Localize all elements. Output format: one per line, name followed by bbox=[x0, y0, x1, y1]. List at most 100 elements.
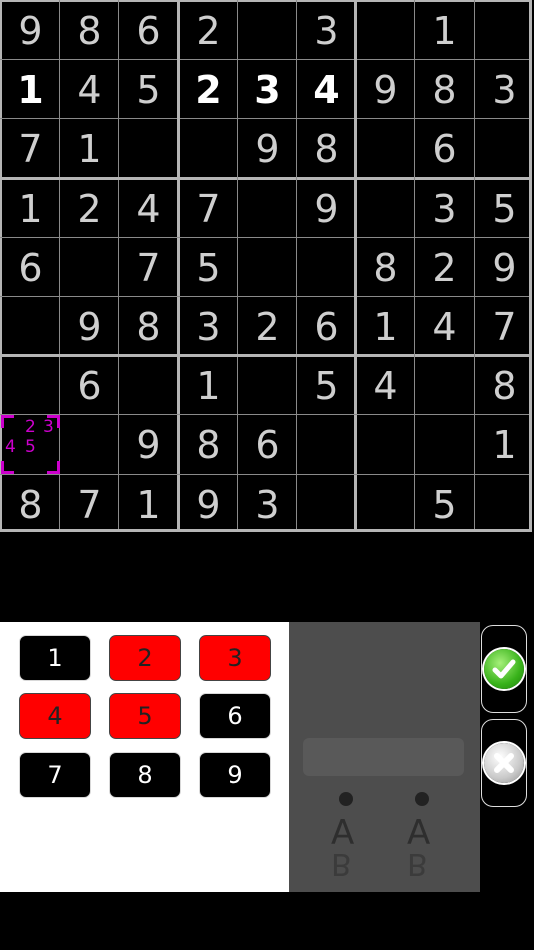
board-cell[interactable]: 3 bbox=[238, 60, 297, 119]
cancel-button[interactable] bbox=[481, 719, 527, 807]
board-cell[interactable]: 8 bbox=[415, 60, 474, 119]
board-cell[interactable]: 8 bbox=[179, 415, 238, 474]
board-cell[interactable]: 4 bbox=[60, 60, 119, 119]
board-cell[interactable]: 5 bbox=[415, 475, 474, 534]
board-cell[interactable]: 4 bbox=[356, 356, 415, 415]
board-cell[interactable]: 6 bbox=[415, 119, 474, 178]
board-cell[interactable]: 9 bbox=[475, 238, 534, 297]
board-cell[interactable]: 9 bbox=[119, 415, 178, 474]
number-key-8[interactable]: 8 bbox=[109, 752, 181, 798]
board-cell[interactable] bbox=[238, 179, 297, 238]
board-cell-selected[interactable]: 2345 bbox=[1, 415, 60, 474]
board-cell[interactable]: 8 bbox=[1, 475, 60, 534]
number-key-1[interactable]: 1 bbox=[19, 635, 91, 681]
mode-toggle-ab[interactable]: A B bbox=[331, 816, 354, 881]
board-cell[interactable]: 5 bbox=[179, 238, 238, 297]
board-cell[interactable]: 1 bbox=[60, 119, 119, 178]
board-cell[interactable] bbox=[179, 119, 238, 178]
board-cell[interactable]: 8 bbox=[356, 238, 415, 297]
board-cell[interactable] bbox=[415, 415, 474, 474]
board-cell[interactable]: 9 bbox=[238, 119, 297, 178]
board-cell[interactable] bbox=[60, 415, 119, 474]
board-cell[interactable]: 1 bbox=[475, 415, 534, 474]
board-cell[interactable]: 8 bbox=[60, 1, 119, 60]
board-cell[interactable]: 3 bbox=[415, 179, 474, 238]
number-key-4[interactable]: 4 bbox=[19, 693, 91, 739]
board-cell[interactable]: 3 bbox=[179, 297, 238, 356]
board-cell[interactable]: 8 bbox=[119, 297, 178, 356]
board-cell[interactable]: 6 bbox=[1, 238, 60, 297]
board-cell[interactable]: 8 bbox=[475, 356, 534, 415]
board-cell[interactable]: 8 bbox=[297, 119, 356, 178]
board-cell[interactable] bbox=[119, 119, 178, 178]
board-cell[interactable] bbox=[238, 1, 297, 60]
board-cell[interactable] bbox=[297, 415, 356, 474]
number-key-3[interactable]: 3 bbox=[199, 635, 271, 681]
board-cell[interactable] bbox=[475, 119, 534, 178]
number-key-9[interactable]: 9 bbox=[199, 752, 271, 798]
board-cell[interactable]: 2 bbox=[60, 179, 119, 238]
board-cell[interactable]: 4 bbox=[119, 179, 178, 238]
board-cell[interactable]: 2 bbox=[179, 1, 238, 60]
mode-bar bbox=[303, 738, 464, 776]
board-cell[interactable]: 5 bbox=[297, 356, 356, 415]
board-cell[interactable]: 4 bbox=[415, 297, 474, 356]
board-cell[interactable]: 1 bbox=[415, 1, 474, 60]
board-cell[interactable] bbox=[238, 356, 297, 415]
cell-value: 4 bbox=[432, 304, 457, 349]
board-cell[interactable]: 3 bbox=[297, 1, 356, 60]
board-cell[interactable]: 7 bbox=[60, 475, 119, 534]
board-cell[interactable]: 7 bbox=[1, 119, 60, 178]
board-cell[interactable] bbox=[356, 1, 415, 60]
board-cell[interactable] bbox=[119, 356, 178, 415]
board-cell[interactable]: 9 bbox=[1, 1, 60, 60]
board-cell[interactable] bbox=[60, 238, 119, 297]
board-cell[interactable]: 1 bbox=[356, 297, 415, 356]
cell-value: 9 bbox=[255, 126, 280, 171]
board-cell[interactable] bbox=[297, 238, 356, 297]
board-cell[interactable]: 7 bbox=[475, 297, 534, 356]
board-cell[interactable]: 1 bbox=[179, 356, 238, 415]
board-cell[interactable]: 1 bbox=[1, 179, 60, 238]
board-cell[interactable] bbox=[356, 475, 415, 534]
board-cell[interactable]: 4 bbox=[297, 60, 356, 119]
board-cell[interactable]: 7 bbox=[119, 238, 178, 297]
board-cell[interactable]: 2 bbox=[238, 297, 297, 356]
confirm-button[interactable] bbox=[481, 625, 527, 713]
board-cell[interactable]: 9 bbox=[179, 475, 238, 534]
board-cell[interactable]: 9 bbox=[356, 60, 415, 119]
board-cell[interactable] bbox=[475, 475, 534, 534]
board-cell[interactable]: 6 bbox=[60, 356, 119, 415]
board-cell[interactable]: 6 bbox=[238, 415, 297, 474]
check-icon bbox=[484, 649, 524, 689]
board-cell[interactable]: 1 bbox=[1, 60, 60, 119]
board-cell[interactable]: 5 bbox=[475, 179, 534, 238]
selection-corner bbox=[47, 415, 60, 428]
board-cell[interactable] bbox=[238, 238, 297, 297]
number-key-5[interactable]: 5 bbox=[109, 693, 181, 739]
mode-toggle-ab[interactable]: A B bbox=[407, 816, 430, 881]
number-key-6[interactable]: 6 bbox=[199, 693, 271, 739]
board-cell[interactable] bbox=[297, 475, 356, 534]
board-cell[interactable] bbox=[356, 415, 415, 474]
board-cell[interactable]: 2 bbox=[415, 238, 474, 297]
board-cell[interactable] bbox=[415, 356, 474, 415]
board-cell[interactable]: 5 bbox=[119, 60, 178, 119]
board-cell[interactable]: 1 bbox=[119, 475, 178, 534]
board-cell[interactable]: 6 bbox=[297, 297, 356, 356]
board-cell[interactable]: 9 bbox=[297, 179, 356, 238]
board-cell[interactable] bbox=[1, 356, 60, 415]
board-cell[interactable]: 7 bbox=[179, 179, 238, 238]
board-cell[interactable]: 3 bbox=[238, 475, 297, 534]
number-key-7[interactable]: 7 bbox=[19, 752, 91, 798]
board-cell[interactable]: 3 bbox=[475, 60, 534, 119]
board-cell[interactable]: 6 bbox=[119, 1, 178, 60]
board-cell[interactable] bbox=[356, 119, 415, 178]
number-key-2[interactable]: 2 bbox=[109, 635, 181, 681]
board-cell[interactable] bbox=[475, 1, 534, 60]
board-cell[interactable]: 9 bbox=[60, 297, 119, 356]
candidate-notes: 2345 bbox=[1, 415, 60, 474]
board-cell[interactable] bbox=[356, 179, 415, 238]
board-cell[interactable] bbox=[1, 297, 60, 356]
board-cell[interactable]: 2 bbox=[179, 60, 238, 119]
